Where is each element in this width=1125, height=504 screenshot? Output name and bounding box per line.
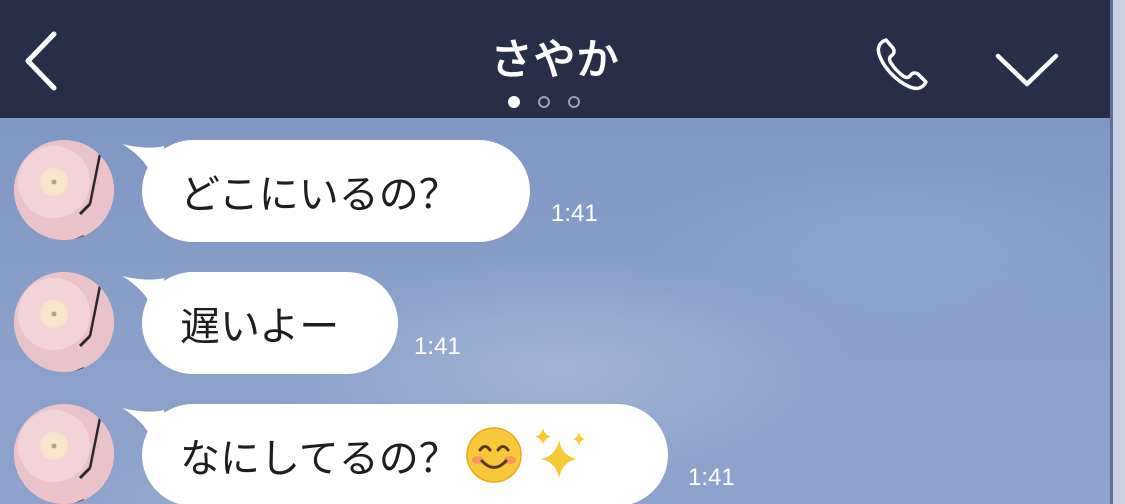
avatar[interactable]	[14, 404, 114, 504]
scrollbar[interactable]	[1110, 0, 1125, 504]
message-timestamp: 1:41	[688, 464, 735, 491]
page-dot	[568, 96, 580, 108]
avatar[interactable]	[14, 272, 114, 372]
message-bubble[interactable]: 遅いよー	[142, 272, 398, 374]
chat-title: さやか	[490, 35, 620, 84]
page-indicator	[508, 96, 580, 108]
message-bubble[interactable]: なにしてるの？	[142, 404, 668, 504]
record-player-avatar-image	[14, 404, 114, 504]
message-timestamp: 1:41	[551, 200, 598, 227]
page-dot-active	[508, 96, 520, 108]
chevron-down-icon[interactable]	[994, 48, 1060, 90]
record-player-avatar-image	[14, 140, 114, 240]
chat-message-list[interactable]: どこにいるの？ 1:41 遅いよー 1:41 なにしてるの？ 1:41	[0, 118, 1110, 504]
avatar[interactable]	[14, 140, 114, 240]
message-text: どこにいるの？	[180, 172, 459, 218]
message-timestamp: 1:41	[414, 333, 461, 360]
record-player-avatar-image	[14, 272, 114, 372]
chat-header: さやか	[0, 0, 1110, 118]
smiling-face-emoji	[466, 427, 522, 483]
message-text: なにしてるの？	[180, 436, 459, 482]
message-text: 遅いよー	[180, 304, 340, 350]
page-dot	[538, 96, 550, 108]
sparkles-emoji	[534, 428, 585, 478]
message-bubble[interactable]: どこにいるの？	[142, 140, 530, 242]
phone-icon[interactable]	[872, 34, 936, 94]
